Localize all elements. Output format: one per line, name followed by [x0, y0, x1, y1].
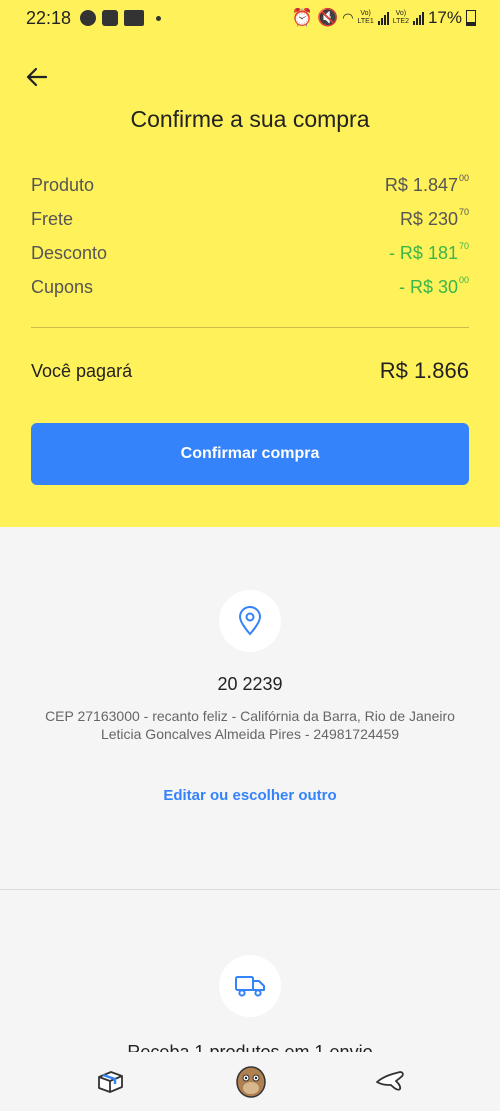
confirm-purchase-button[interactable]: Confirmar compra — [31, 423, 469, 485]
back-button[interactable] — [24, 64, 50, 90]
summary-row-cupons: Cupons - R$ 3000 — [31, 275, 469, 298]
avatar-icon — [236, 1066, 266, 1098]
arrow-left-icon — [26, 67, 48, 87]
summary-value: R$ 1.84700 — [384, 173, 469, 195]
truck-icon — [235, 976, 265, 997]
total-row: Você pagará R$ 1.866 — [31, 358, 469, 384]
summary-value: - R$ 3000 — [398, 275, 469, 297]
location-circle — [219, 590, 281, 652]
status-time: 22:18 — [26, 8, 72, 28]
location-pin-icon — [238, 606, 262, 636]
alarm-icon: ⏰ — [291, 8, 314, 27]
summary-label: Cupons — [31, 277, 94, 297]
summary-value: R$ 23070 — [399, 207, 469, 229]
chrome-icon — [80, 10, 96, 26]
section-divider — [0, 889, 500, 890]
lte1-label: Vo) LTE1 — [357, 10, 374, 25]
avatar-nav-button[interactable] — [233, 1062, 269, 1098]
summary-row-produto: Produto R$ 1.84700 — [31, 173, 469, 196]
summary-label: Frete — [31, 209, 74, 229]
edit-address-link[interactable]: Editar ou escolher outro — [0, 787, 500, 804]
share-nav-button[interactable] — [373, 1064, 407, 1098]
lte2-label: Vo) LTE2 — [392, 10, 409, 25]
summary-label: Desconto — [31, 243, 108, 263]
summary-value: - R$ 18170 — [388, 241, 469, 263]
signal-1-icon — [377, 11, 389, 25]
box-nav-button[interactable] — [93, 1064, 127, 1098]
bottom-nav — [0, 1052, 500, 1111]
summary-row-frete: Frete R$ 23070 — [31, 207, 469, 230]
signal-2-icon — [412, 11, 424, 25]
instagram-icon — [102, 10, 118, 26]
total-value: R$ 1.866 — [379, 358, 469, 383]
share-icon — [376, 1071, 404, 1091]
address-title: 20 2239 — [217, 674, 283, 694]
summary-row-desconto: Desconto - R$ 18170 — [31, 241, 469, 264]
divider — [31, 327, 469, 328]
notification-dot-icon — [156, 16, 161, 21]
shipping-text: Receba 1 produtos em 1 envio — [127, 1042, 373, 1052]
app-icon — [124, 10, 144, 26]
address-line-2: Leticia Goncalves Almeida Pires - 249817… — [100, 726, 400, 742]
battery-percent: 17% — [427, 8, 462, 27]
page-title: Confirme a sua compra — [130, 106, 370, 132]
status-bar: 22:18 ⏰ 🔇 ◠ Vo) LTE1 Vo) LTE2 17% — [0, 0, 500, 38]
wifi-icon: ◠ — [342, 10, 354, 25]
truck-circle — [219, 955, 281, 1017]
total-label: Você pagará — [31, 360, 133, 381]
mute-icon: 🔇 — [317, 8, 339, 27]
box-icon — [98, 1071, 123, 1093]
summary-label: Produto — [31, 175, 95, 195]
address-line-1: CEP 27163000 - recanto feliz - Califórni… — [45, 708, 455, 724]
battery-icon — [466, 10, 476, 26]
